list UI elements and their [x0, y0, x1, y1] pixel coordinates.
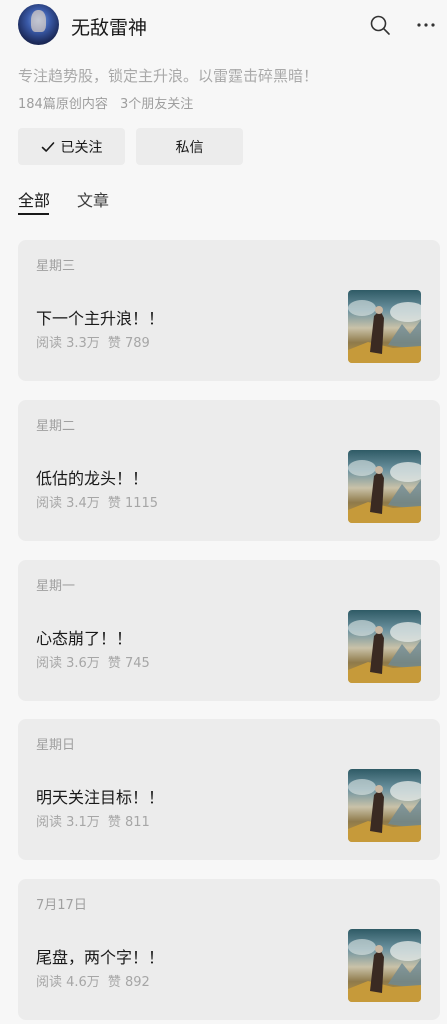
- article-likes: 赞 1115: [107, 496, 159, 511]
- article-reads: 阅读 3.3万: [36, 336, 100, 351]
- article-meta: 阅读 3.6万赞 745: [36, 652, 150, 671]
- search-icon[interactable]: [369, 14, 391, 36]
- check-icon: [41, 141, 54, 152]
- article-thumbnail: [348, 610, 421, 683]
- article-card[interactable]: 星期二 低估的龙头！！ 阅读 3.4万赞 1115: [18, 400, 440, 541]
- article-reads: 阅读 4.6万: [36, 975, 100, 990]
- article-likes: 赞 811: [107, 815, 150, 830]
- message-button[interactable]: 私信: [136, 128, 243, 165]
- article-thumbnail: [348, 769, 421, 842]
- article-reads: 阅读 3.4万: [36, 496, 100, 511]
- article-date: 星期日: [36, 738, 76, 753]
- article-reads: 阅读 3.1万: [36, 815, 100, 830]
- article-card[interactable]: 星期一 心态崩了！！ 阅读 3.6万赞 745: [18, 560, 440, 701]
- article-meta: 阅读 3.1万赞 811: [36, 811, 150, 830]
- article-meta: 阅读 3.4万赞 1115: [36, 492, 158, 511]
- article-date: 7月17日: [36, 898, 87, 913]
- article-date: 星期二: [36, 419, 76, 434]
- message-label: 私信: [175, 139, 204, 156]
- profile-header: 无敌雷神: [0, 0, 447, 52]
- friends-following[interactable]: 3个朋友关注: [120, 97, 193, 112]
- original-count: 184篇原创内容: [18, 97, 108, 112]
- article-likes: 赞 789: [107, 336, 150, 351]
- article-card[interactable]: 7月17日 尾盘，两个字！！ 阅读 4.6万赞 892: [18, 879, 440, 1020]
- followed-label: 已关注: [60, 139, 103, 156]
- article-title: 明天关注目标！！: [36, 788, 165, 807]
- article-meta: 阅读 4.6万赞 892: [36, 971, 150, 990]
- profile-stats: 184篇原创内容 3个朋友关注: [18, 93, 201, 112]
- article-card[interactable]: 星期三 下一个主升浪！！ 阅读 3.3万赞 789: [18, 240, 440, 381]
- avatar[interactable]: [18, 4, 59, 45]
- article-thumbnail: [348, 290, 421, 363]
- article-likes: 赞 745: [107, 656, 150, 671]
- article-date: 星期三: [36, 259, 76, 274]
- tab-articles[interactable]: 文章: [77, 187, 109, 211]
- more-icon[interactable]: [415, 14, 437, 36]
- tab-all[interactable]: 全部: [18, 187, 50, 211]
- article-thumbnail: [348, 450, 421, 523]
- article-thumbnail: [348, 929, 421, 1002]
- article-reads: 阅读 3.6万: [36, 656, 100, 671]
- article-likes: 赞 892: [107, 975, 150, 990]
- profile-bio: 专注趋势股，锁定主升浪。以雷霆击碎黑暗！: [18, 67, 319, 85]
- article-title: 低估的龙头！！: [36, 469, 149, 488]
- article-title: 下一个主升浪！！: [36, 309, 165, 328]
- profile-name: 无敌雷神: [71, 17, 148, 39]
- article-date: 星期一: [36, 579, 76, 594]
- active-tab-indicator: [18, 213, 49, 215]
- followed-button[interactable]: 已关注: [18, 128, 125, 165]
- article-meta: 阅读 3.3万赞 789: [36, 332, 150, 351]
- article-card[interactable]: 星期日 明天关注目标！！ 阅读 3.1万赞 811: [18, 719, 440, 860]
- article-title: 心态崩了！！: [36, 629, 133, 648]
- article-title: 尾盘，两个字！！: [36, 948, 165, 967]
